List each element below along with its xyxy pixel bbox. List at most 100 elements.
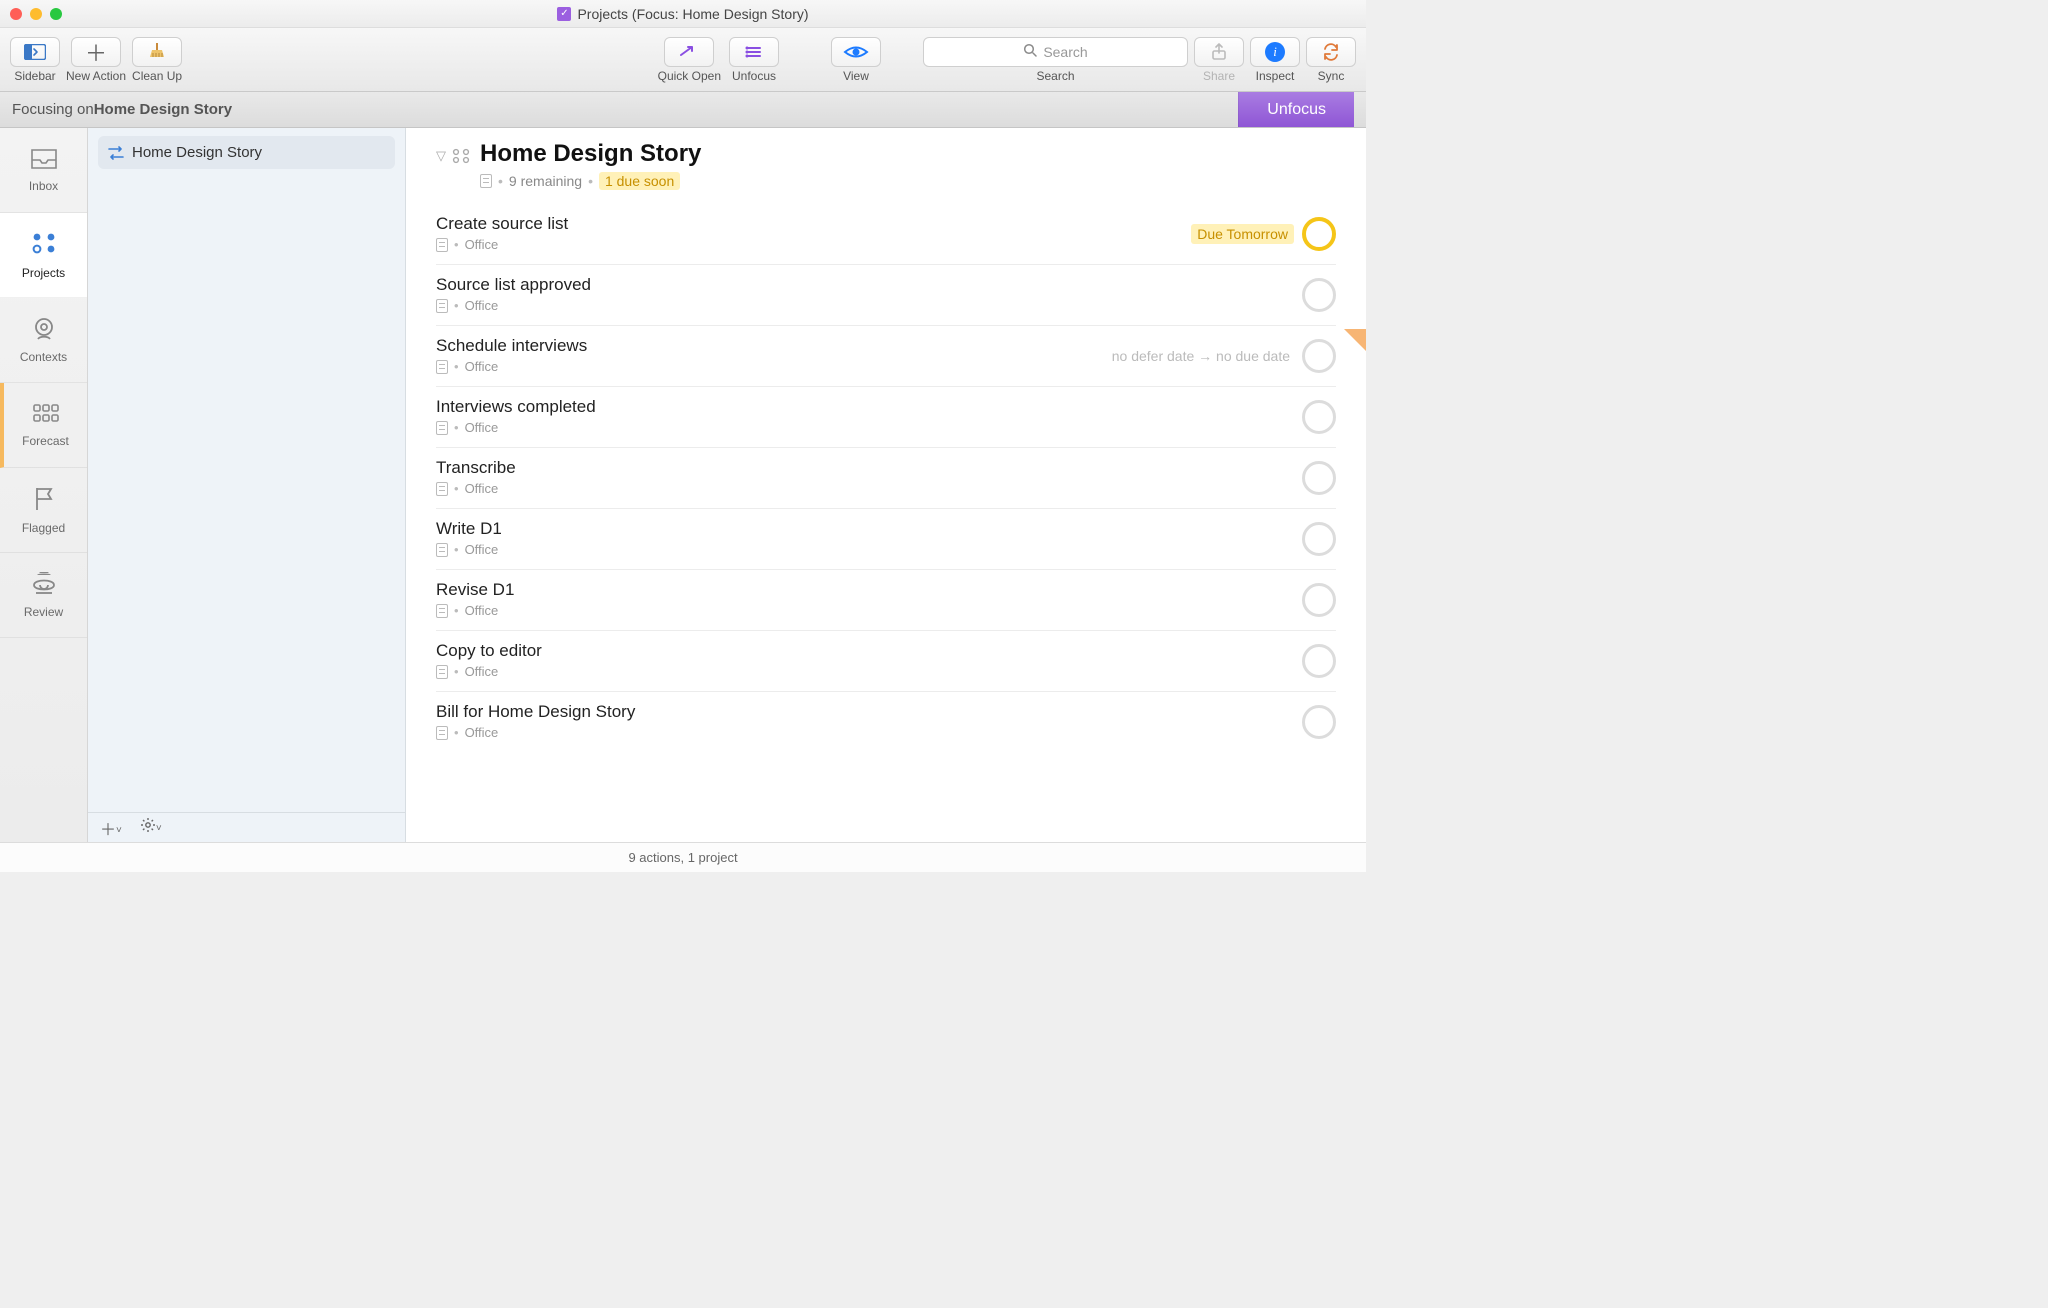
search-group: Search Search [923, 37, 1188, 83]
task-row[interactable]: Transcribe•Office [436, 447, 1336, 508]
task-subline: •Office [436, 603, 1302, 618]
task-subline: •Office [436, 298, 1302, 313]
task-status-circle[interactable] [1302, 217, 1336, 251]
task-status-circle[interactable] [1302, 644, 1336, 678]
task-context: Office [465, 420, 499, 435]
status-text: 9 actions, 1 project [628, 850, 737, 865]
task-list: Create source list•OfficeDue TomorrowSou… [436, 204, 1336, 752]
body: Inbox Projects Contexts [0, 128, 1366, 842]
task-title: Copy to editor [436, 641, 1302, 661]
project-gear-button[interactable]: ˅ [140, 817, 162, 838]
note-icon[interactable] [436, 238, 448, 252]
note-icon[interactable] [436, 604, 448, 618]
task-context: Office [465, 603, 499, 618]
add-project-button[interactable]: ＋˅ [100, 816, 122, 840]
task-row[interactable]: Schedule interviews•Officeno defer date … [436, 325, 1336, 386]
task-status-circle[interactable] [1302, 278, 1336, 312]
note-icon[interactable] [436, 421, 448, 435]
sync-button[interactable] [1306, 37, 1356, 67]
note-icon[interactable] [436, 543, 448, 557]
inbox-icon [30, 148, 58, 173]
task-title: Bill for Home Design Story [436, 702, 1302, 722]
window-title: Projects (Focus: Home Design Story) [577, 6, 808, 22]
task-subline: •Office [436, 725, 1302, 740]
sync-group: Sync [1306, 37, 1356, 83]
task-status-circle[interactable] [1302, 705, 1336, 739]
task-right [1302, 702, 1336, 742]
inspect-label: Inspect [1256, 69, 1295, 83]
sidebar-toggle: Sidebar [10, 37, 60, 83]
note-icon[interactable] [436, 360, 448, 374]
window-title-wrap: Projects (Focus: Home Design Story) [70, 6, 1296, 22]
task-row[interactable]: Bill for Home Design Story •Office [436, 691, 1336, 752]
task-context: Office [465, 725, 499, 740]
close-window-button[interactable] [10, 8, 22, 20]
new-action-group: ＋ New Action [66, 37, 126, 83]
project-list-item-label: Home Design Story [132, 144, 262, 161]
view-button[interactable] [831, 37, 881, 67]
review-icon [30, 572, 58, 599]
task-title: Schedule interviews [436, 336, 1112, 356]
zoom-window-button[interactable] [50, 8, 62, 20]
disclosure-triangle[interactable]: ▽ [436, 148, 446, 167]
quick-open-button[interactable] [664, 37, 714, 67]
note-icon[interactable] [436, 726, 448, 740]
minimize-window-button[interactable] [30, 8, 42, 20]
share-group: Share [1194, 37, 1244, 83]
focusbar-unfocus-button[interactable]: Unfocus [1238, 92, 1354, 127]
share-label: Share [1203, 69, 1235, 83]
task-context: Office [465, 359, 499, 374]
focusbar-unfocus-label: Unfocus [1267, 101, 1326, 119]
task-status-circle[interactable] [1302, 461, 1336, 495]
search-field[interactable]: Search [923, 37, 1188, 67]
new-action-button[interactable]: ＋ [71, 37, 121, 67]
task-title: Create source list [436, 214, 1191, 234]
perspective-contexts[interactable]: Contexts [0, 298, 87, 383]
perspective-forecast-label: Forecast [22, 434, 69, 448]
sidebar-button[interactable] [10, 37, 60, 67]
task-context: Office [465, 664, 499, 679]
perspective-contexts-label: Contexts [20, 350, 67, 364]
note-icon[interactable] [436, 665, 448, 679]
task-row[interactable]: Interviews completed •Office [436, 386, 1336, 447]
task-context: Office [465, 481, 499, 496]
task-title: Interviews completed [436, 397, 1302, 417]
unfocus-button[interactable] [729, 37, 779, 67]
project-title[interactable]: Home Design Story [480, 140, 701, 168]
inspect-button[interactable]: i [1250, 37, 1300, 67]
task-right: no defer date → no due date [1112, 336, 1336, 376]
note-icon[interactable] [480, 174, 492, 188]
perspective-forecast[interactable]: Forecast [0, 383, 87, 468]
search-label: Search [1036, 69, 1074, 83]
search-icon [1023, 43, 1037, 60]
project-sequential-icon [108, 146, 124, 160]
project-list-item[interactable]: Home Design Story [98, 136, 395, 169]
task-row[interactable]: Write D1•Office [436, 508, 1336, 569]
perspective-flagged[interactable]: Flagged [0, 468, 87, 553]
perspective-inbox[interactable]: Inbox [0, 128, 87, 213]
task-subline: •Office [436, 420, 1302, 435]
focus-subject: Home Design Story [94, 101, 232, 118]
note-icon[interactable] [436, 299, 448, 313]
project-header: ▽ Home Design Story • 9 remaining • 1 du… [436, 140, 1336, 190]
task-title: Write D1 [436, 519, 1302, 539]
task-status-circle[interactable] [1302, 522, 1336, 556]
task-row[interactable]: Create source list•OfficeDue Tomorrow [436, 204, 1336, 264]
task-right [1302, 641, 1336, 681]
perspective-review[interactable]: Review [0, 553, 87, 638]
focus-prefix: Focusing on [12, 101, 94, 118]
task-status-circle[interactable] [1302, 583, 1336, 617]
task-row[interactable]: Source list approved•Office [436, 264, 1336, 325]
share-button[interactable] [1194, 37, 1244, 67]
task-row[interactable]: Copy to editor•Office [436, 630, 1336, 691]
task-status-circle[interactable] [1302, 400, 1336, 434]
task-status-circle[interactable] [1302, 339, 1336, 373]
task-subline: •Office [436, 237, 1191, 252]
task-row[interactable]: Revise D1•Office [436, 569, 1336, 630]
clean-up-group: Clean Up [132, 37, 182, 83]
status-bar: 9 actions, 1 project [0, 842, 1366, 872]
note-icon[interactable] [436, 482, 448, 496]
perspective-projects[interactable]: Projects [0, 213, 87, 298]
inspect-group: i Inspect [1250, 37, 1300, 83]
clean-up-button[interactable] [132, 37, 182, 67]
